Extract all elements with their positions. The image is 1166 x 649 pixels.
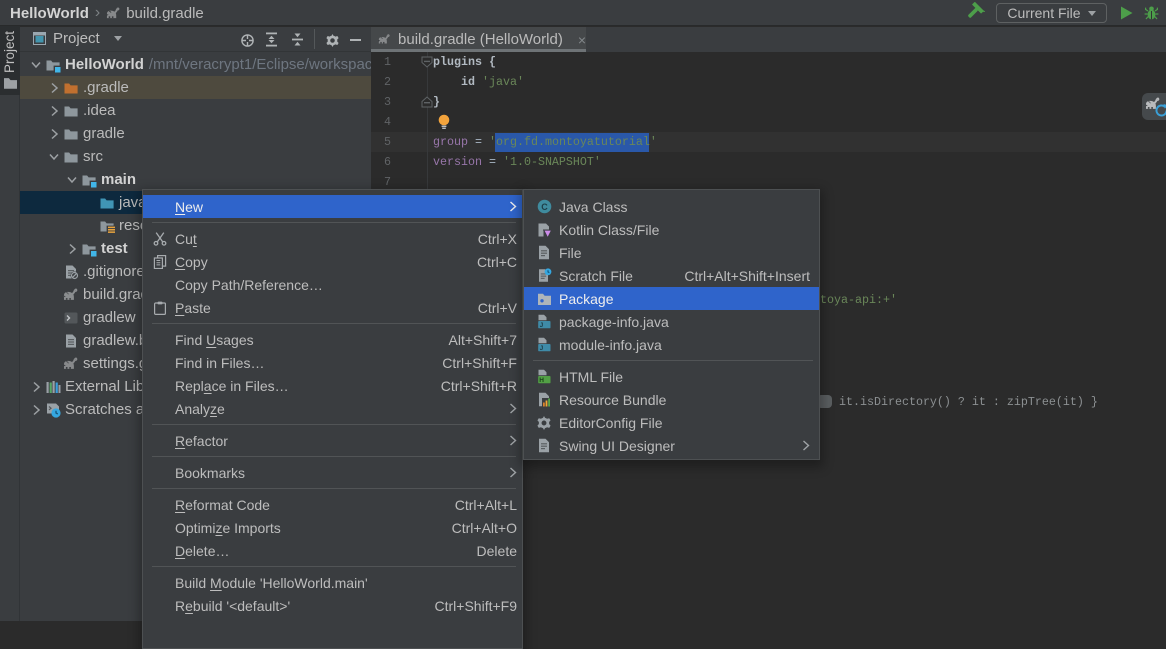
svg-text:C: C xyxy=(541,202,548,212)
svg-text:J: J xyxy=(540,322,544,329)
svg-text:H: H xyxy=(539,377,544,384)
svg-text:J: J xyxy=(540,345,544,352)
